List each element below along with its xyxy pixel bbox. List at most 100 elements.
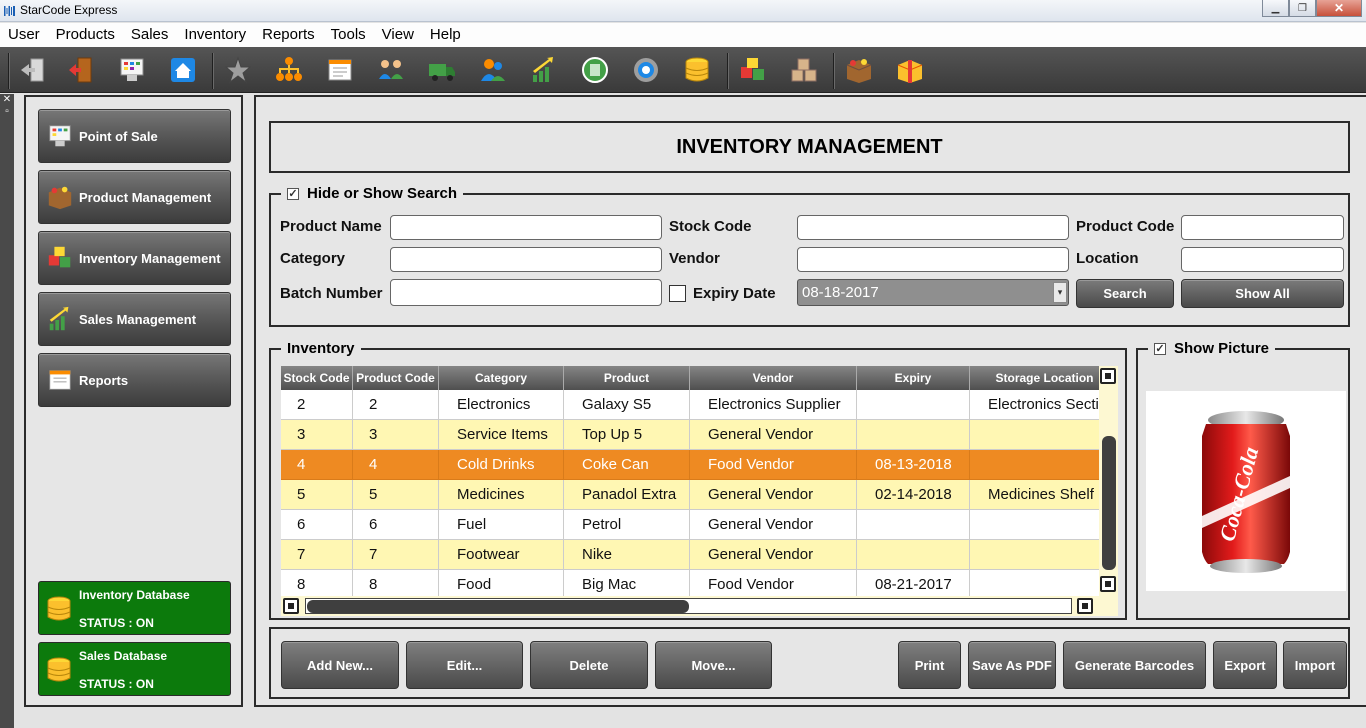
sidebar-item-product-management[interactable]: Product Management: [38, 170, 231, 224]
users-group-icon[interactable]: [375, 54, 407, 86]
settings-gear-icon[interactable]: [630, 54, 662, 86]
save-as-pdf-button[interactable]: Save As PDF: [968, 641, 1056, 689]
generate-barcodes-button[interactable]: Generate Barcodes: [1063, 641, 1206, 689]
home-icon[interactable]: [167, 54, 199, 86]
sidebar-item-inventory-management[interactable]: Inventory Management: [38, 231, 231, 285]
product-picture: Coca-Cola: [1146, 391, 1346, 591]
hierarchy-icon[interactable]: [273, 54, 305, 86]
cell-vendor: Electronics Supplier: [690, 390, 857, 420]
sales-chart-icon[interactable]: [528, 54, 560, 86]
print-button[interactable]: Print: [898, 641, 961, 689]
column-header-storage-location[interactable]: Storage Location: [970, 366, 1118, 390]
table-row-selected[interactable]: 4 4 Cold Drinks Coke Can Food Vendor 08-…: [281, 450, 1118, 480]
sales-database-status[interactable]: Sales Database STATUS : ON: [38, 642, 231, 696]
vendor-label: Vendor: [669, 250, 720, 267]
database-icon[interactable]: [681, 54, 713, 86]
menu-reports[interactable]: Reports: [254, 23, 323, 47]
add-new-button[interactable]: Add New...: [281, 641, 399, 689]
show-all-button[interactable]: Show All: [1181, 279, 1344, 308]
scroll-right-button[interactable]: [1077, 598, 1093, 614]
edit-button[interactable]: Edit...: [406, 641, 523, 689]
sidebar-item-sales-management[interactable]: Sales Management: [38, 292, 231, 346]
cell-product-code: 4: [353, 450, 439, 480]
column-header-vendor[interactable]: Vendor: [690, 366, 857, 390]
sidebar-item-reports[interactable]: Reports: [38, 353, 231, 407]
dock-close-icon[interactable]: ✕: [0, 94, 14, 106]
expiry-date-label: Expiry Date: [693, 285, 776, 302]
batch-number-input[interactable]: [390, 279, 662, 306]
table-row[interactable]: 5 5 Medicines Panadol Extra General Vend…: [281, 480, 1118, 510]
vertical-scroll-thumb[interactable]: [1102, 436, 1116, 570]
hide-show-search-checkbox[interactable]: ✓: [287, 187, 299, 200]
chevron-down-icon[interactable]: ▾: [1053, 282, 1067, 303]
show-picture-checkbox[interactable]: ✓: [1154, 342, 1166, 355]
scroll-left-button[interactable]: [283, 598, 299, 614]
menu-user[interactable]: User: [0, 23, 48, 47]
inventory-database-status[interactable]: Inventory Database STATUS : ON: [38, 581, 231, 635]
column-header-stock-code[interactable]: Stock Code: [281, 366, 353, 390]
menu-sales[interactable]: Sales: [123, 23, 177, 47]
database-name: Sales Database: [79, 649, 168, 663]
table-row[interactable]: 6 6 Fuel Petrol General Vendor: [281, 510, 1118, 540]
export-button[interactable]: Export: [1213, 641, 1277, 689]
toolbar: [0, 47, 1366, 93]
menu-tools[interactable]: Tools: [323, 23, 374, 47]
menu-inventory[interactable]: Inventory: [176, 23, 254, 47]
stock-boxes-icon[interactable]: [788, 54, 820, 86]
category-input[interactable]: [390, 247, 662, 272]
cell-storage-location: [970, 540, 1118, 570]
delete-button[interactable]: Delete: [530, 641, 648, 689]
minimize-button[interactable]: ▁: [1262, 0, 1289, 17]
cell-product: Top Up 5: [564, 420, 690, 450]
horizontal-scroll-thumb[interactable]: [307, 600, 689, 613]
exit-door-icon[interactable]: [65, 54, 97, 86]
vendor-input[interactable]: [797, 247, 1069, 272]
database-icon: [47, 596, 71, 621]
sidebar-item-point-of-sale[interactable]: Point of Sale: [38, 109, 231, 163]
customers-icon[interactable]: [477, 54, 509, 86]
gift-box-icon[interactable]: [894, 54, 926, 86]
delivery-truck-icon[interactable]: [426, 54, 458, 86]
menu-products[interactable]: Products: [48, 23, 123, 47]
product-box-icon[interactable]: [843, 54, 875, 86]
product-code-input[interactable]: [1181, 215, 1344, 240]
logout-icon[interactable]: [16, 54, 48, 86]
dock-restore-icon[interactable]: ▫: [0, 106, 14, 118]
toolbar-separator: [212, 53, 214, 89]
star-icon[interactable]: [222, 54, 254, 86]
move-button[interactable]: Move...: [655, 641, 772, 689]
column-header-expiry[interactable]: Expiry: [857, 366, 970, 390]
expiry-date-value: 08-18-2017: [802, 284, 879, 301]
pos-terminal-icon[interactable]: [116, 54, 148, 86]
app-logo-icon: [4, 6, 15, 16]
menu-help[interactable]: Help: [422, 23, 469, 47]
vertical-scrollbar[interactable]: [1099, 366, 1118, 596]
column-header-category[interactable]: Category: [439, 366, 564, 390]
column-header-product[interactable]: Product: [564, 366, 690, 390]
table-row[interactable]: 8 8 Food Big Mac Food Vendor 08-21-2017: [281, 570, 1118, 596]
expiry-date-picker[interactable]: 08-18-2017 ▾: [797, 279, 1069, 306]
horizontal-scrollbar[interactable]: [281, 596, 1118, 616]
table-row[interactable]: 7 7 Footwear Nike General Vendor: [281, 540, 1118, 570]
product-name-input[interactable]: [390, 215, 662, 240]
inventory-grid: Stock Code Product Code Category Product…: [281, 366, 1118, 596]
scroll-down-button[interactable]: [1100, 576, 1116, 592]
scroll-up-button[interactable]: [1100, 368, 1116, 384]
table-row[interactable]: 2 2 Electronics Galaxy S5 Electronics Su…: [281, 390, 1118, 420]
window-controls: ▁ ❐ ✕: [1262, 0, 1362, 18]
close-button[interactable]: ✕: [1316, 0, 1362, 17]
menu-view[interactable]: View: [374, 23, 422, 47]
import-button[interactable]: Import: [1283, 641, 1347, 689]
document-icon[interactable]: [324, 54, 356, 86]
cell-category: Footwear: [439, 540, 564, 570]
stock-code-input[interactable]: [797, 215, 1069, 240]
inventory-boxes-icon[interactable]: [737, 54, 769, 86]
expiry-date-checkbox[interactable]: [669, 285, 686, 302]
search-group-legend: ✓ Hide or Show Search: [281, 185, 463, 202]
circle-app-icon[interactable]: [579, 54, 611, 86]
column-header-product-code[interactable]: Product Code: [353, 366, 439, 390]
maximize-button[interactable]: ❐: [1289, 0, 1316, 17]
table-row[interactable]: 3 3 Service Items Top Up 5 General Vendo…: [281, 420, 1118, 450]
search-button[interactable]: Search: [1076, 279, 1174, 308]
location-input[interactable]: [1181, 247, 1344, 272]
